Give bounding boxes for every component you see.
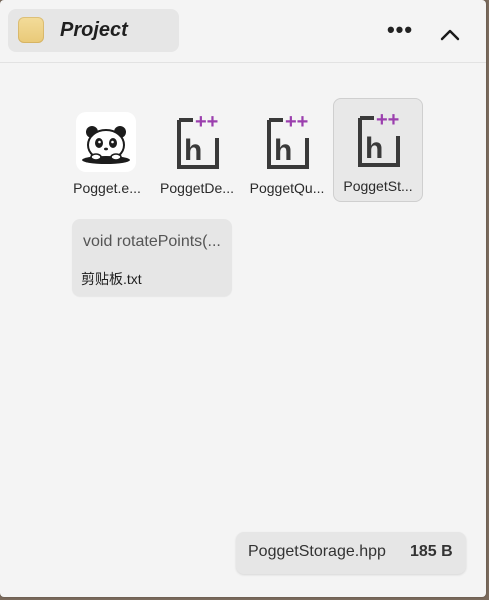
file-item-poggetqu[interactable]: h ++ PoggetQu... (242, 100, 332, 204)
hpp-file-icon: h ++ (255, 111, 317, 174)
svg-text:h: h (274, 134, 292, 167)
svg-text:++: ++ (376, 110, 399, 131)
selection-status-pill: PoggetStorage.hpp 185 B (236, 532, 466, 574)
file-item-label: PoggetSt... (343, 178, 413, 194)
file-item-label: Pogget.e... (73, 180, 141, 196)
project-title: Project (60, 19, 128, 41)
svg-text:h: h (365, 132, 383, 165)
more-options-button[interactable]: ••• (384, 17, 416, 48)
hpp-file-icon: h ++ (346, 109, 408, 172)
chevron-up-icon (440, 29, 460, 41)
status-filesize: 185 B (410, 543, 453, 560)
file-item-poggetde[interactable]: h ++ PoggetDe... (152, 100, 242, 204)
svg-text:h: h (184, 134, 202, 167)
file-item-label: PoggetDe... (160, 180, 234, 196)
collapse-button[interactable] (434, 20, 466, 48)
file-item-pogget-exe[interactable]: Pogget.e... (62, 100, 152, 204)
snippet-preview-text: void rotatePoints(... (83, 233, 221, 250)
panda-app-icon (76, 112, 136, 172)
folder-icon (18, 17, 44, 43)
status-filename: PoggetStorage.hpp (248, 543, 386, 560)
clipboard-snippet-card[interactable]: void rotatePoints(... 剪贴板.txt (72, 219, 232, 296)
header-bar: Project ••• (0, 0, 486, 63)
snippet-filename: 剪贴板.txt (81, 271, 142, 287)
file-item-label: PoggetQu... (249, 180, 325, 196)
hpp-file-icon: h ++ (165, 111, 227, 174)
more-icon: ••• (386, 17, 414, 42)
svg-text:++: ++ (285, 112, 308, 133)
svg-text:++: ++ (195, 112, 218, 133)
project-title-pill[interactable]: Project (8, 9, 179, 52)
project-window: Project ••• Pogget.e... h ++ PoggetDe...… (0, 0, 486, 597)
file-item-poggetst[interactable]: h ++ PoggetSt... (333, 98, 423, 202)
